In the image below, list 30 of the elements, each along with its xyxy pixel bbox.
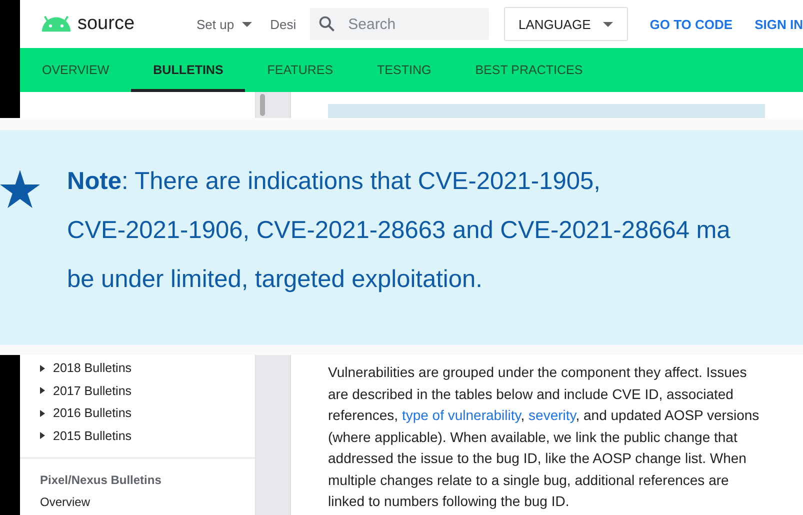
star-icon: [0, 170, 40, 208]
search-field[interactable]: Search: [346, 14, 470, 34]
android-logo-icon: [40, 15, 72, 33]
inline-link[interactable]: severity: [528, 407, 576, 423]
header-link[interactable]: SIGN IN: [754, 16, 803, 32]
sidebar-item[interactable]: Overview: [40, 495, 255, 509]
nav-tab[interactable]: BEST PRACTICES: [453, 48, 605, 92]
search-bar[interactable]: Search: [310, 8, 489, 40]
sidebar-section-title: Pixel/Nexus Bulletins: [40, 473, 162, 487]
menu-item[interactable]: Set up: [196, 16, 252, 32]
caret-icon: [242, 22, 252, 26]
sidebar-item[interactable]: 2018 Bulletins: [40, 357, 255, 380]
site-logo-text[interactable]: source: [77, 13, 135, 35]
caret-icon: [602, 22, 613, 26]
language-button[interactable]: LANGUAGE: [504, 7, 628, 41]
sidebar-item[interactable]: 2016 Bulletins: [40, 402, 255, 424]
body-paragraph: Vulnerabilities are grouped under the component they affect. Issues are described in the tables below and include CVE ID, associated references, type of vulnerability, severity, and updated AOSP versions (where applicable). When available, we link the public change that addressed the issue to the bug ID, like the AOSP change list. When multiple changes relate to a single bug, additional references are linked to numbers following the bug ID.: [328, 363, 760, 511]
nav-tab[interactable]: TESTING: [355, 48, 454, 92]
note-text-line: CVE-2021-1906, CVE-2021-28663 and CVE-2021-28664 ma: [67, 216, 730, 246]
nav-tab[interactable]: FEATURES: [245, 48, 356, 92]
menu-item[interactable]: Desi: [270, 16, 296, 32]
scrollbar-thumb[interactable]: [260, 94, 265, 116]
nav-tab[interactable]: OVERVIEW: [20, 48, 132, 92]
header-link[interactable]: GO TO CODE: [650, 16, 733, 32]
sidebar-item[interactable]: 2015 Bulletins: [40, 424, 255, 447]
sidebar-item[interactable]: 2017 Bulletins: [40, 380, 255, 402]
note-text-line: Note: There are indications that CVE-2021-1905,: [67, 167, 600, 197]
note-text-line: be under limited, targeted exploitation.: [67, 265, 482, 295]
inline-link[interactable]: type of vulnerability: [402, 407, 521, 423]
search-icon: [318, 15, 336, 33]
